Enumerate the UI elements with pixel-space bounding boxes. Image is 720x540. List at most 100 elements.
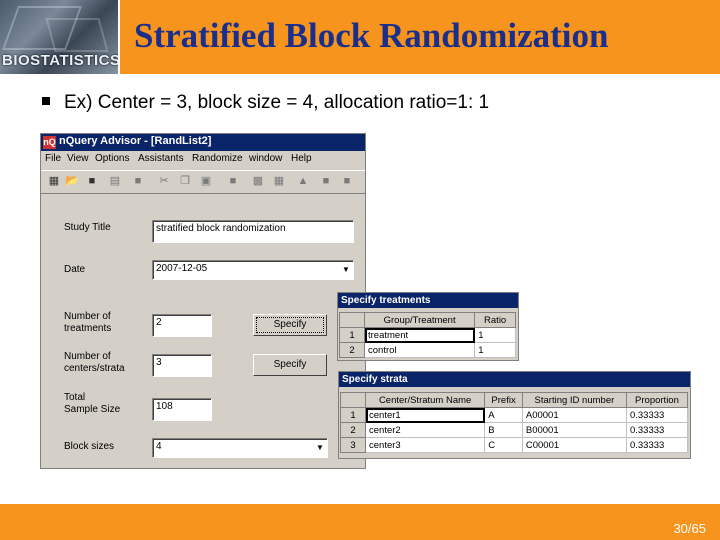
menu-view[interactable]: View bbox=[67, 153, 89, 164]
row-number: 1 bbox=[340, 407, 366, 423]
column-header: Prefix bbox=[484, 392, 523, 408]
table-cell[interactable]: B bbox=[484, 422, 523, 438]
table-row: 1 center1 A A00001 0.33333 bbox=[340, 407, 689, 423]
table-cell[interactable]: B00001 bbox=[521, 422, 627, 438]
table-cell[interactable]: 1 bbox=[474, 342, 516, 358]
table-row: 1 treatment 1 bbox=[339, 327, 516, 343]
num-centers-label-line1: Number of bbox=[64, 351, 111, 362]
slide-header: BIOSTATISTICS Stratified Block Randomiza… bbox=[0, 0, 720, 76]
num-treatments-label-line2: treatments bbox=[64, 323, 112, 334]
table-cell[interactable]: center2 bbox=[364, 422, 486, 438]
specify-treatments-button[interactable]: Specify bbox=[253, 314, 327, 336]
slide-title: Stratified Block Randomization bbox=[134, 16, 609, 55]
strata-dialog: Specify strata Center/Stratum Name Prefi… bbox=[338, 371, 691, 459]
date-value: 2007-12-05 bbox=[156, 263, 208, 274]
block-sizes-label: Block sizes bbox=[64, 441, 115, 452]
row-number: 3 bbox=[340, 437, 366, 453]
num-treatments-label: Number of treatments bbox=[64, 311, 111, 335]
table-row: 3 center3 C C00001 0.33333 bbox=[340, 437, 689, 453]
logo-text: BIOSTATISTICS bbox=[2, 52, 118, 69]
column-header: Proportion bbox=[625, 392, 689, 408]
table-corner bbox=[339, 312, 365, 328]
grid-icon[interactable]: ▦ bbox=[46, 174, 62, 189]
specify-strata-button[interactable]: Specify bbox=[253, 354, 327, 376]
column-header: Center/Stratum Name bbox=[364, 392, 486, 408]
table-cell[interactable]: A00001 bbox=[521, 407, 627, 423]
column-header: Ratio bbox=[474, 312, 516, 328]
title-bar: Stratified Block Randomization bbox=[118, 0, 720, 74]
table-cell[interactable]: center1 bbox=[364, 407, 486, 423]
window-titlebar[interactable]: nQ nQuery Advisor - [RandList2] bbox=[41, 134, 365, 151]
app-system-icon[interactable]: nQ bbox=[43, 136, 56, 149]
save-icon[interactable]: ■ bbox=[84, 174, 100, 189]
table-header-row: Center/Stratum Name Prefix Starting ID n… bbox=[340, 392, 689, 408]
menu-window[interactable]: window bbox=[249, 153, 282, 164]
treatments-dialog: Specify treatments Group/Treatment Ratio… bbox=[337, 292, 519, 361]
menu-help[interactable]: Help bbox=[291, 153, 312, 164]
total-sample-label: Total Sample Size bbox=[64, 392, 120, 416]
window-title: nQuery Advisor - [RandList2] bbox=[59, 135, 212, 147]
total-sample-label-line1: Total bbox=[64, 392, 86, 403]
table-cell[interactable]: C bbox=[484, 437, 523, 453]
print-icon[interactable]: ▤ bbox=[107, 174, 123, 189]
date-label: Date bbox=[64, 264, 86, 275]
table-cell[interactable]: 0.33333 bbox=[625, 437, 689, 453]
chart-icon[interactable]: ▩ bbox=[250, 174, 266, 189]
table-cell[interactable]: control bbox=[363, 342, 476, 358]
column-header: Group/Treatment bbox=[363, 312, 476, 328]
menu-assistants[interactable]: Assistants bbox=[138, 153, 184, 164]
menu-file[interactable]: File bbox=[45, 153, 61, 164]
table-cell[interactable]: 0.33333 bbox=[625, 422, 689, 438]
table-row: 2 control 1 bbox=[339, 342, 516, 358]
bullet-square-icon bbox=[42, 96, 50, 105]
date-select[interactable]: 2007-12-05 ▼ bbox=[152, 260, 354, 280]
treatments-table: Group/Treatment Ratio 1 treatment 1 2 co… bbox=[339, 312, 516, 358]
page-number: 30/65 bbox=[673, 521, 706, 536]
toolbar: ▦ 📂 ■ ▤ ■ ✂ ❐ ▣ ■ ▩ ▦ ▲ ■ ■ bbox=[41, 170, 365, 194]
row-number: 1 bbox=[339, 327, 365, 343]
footer-bar: 30/65 bbox=[0, 504, 720, 540]
table-cell[interactable]: 1 bbox=[474, 327, 516, 343]
bullet-text: Ex) Center = 3, block size = 4, allocati… bbox=[64, 92, 490, 113]
table-row: 2 center2 B B00001 0.33333 bbox=[340, 422, 689, 438]
strata-table: Center/Stratum Name Prefix Starting ID n… bbox=[340, 392, 689, 453]
num-treatments-field[interactable]: 2 bbox=[152, 314, 212, 337]
treatments-dialog-title: Specify treatments bbox=[338, 293, 518, 308]
block-sizes-select[interactable]: 4 ▼ bbox=[152, 438, 328, 458]
dropdown-arrow-icon[interactable]: ▼ bbox=[341, 264, 351, 276]
menu-options[interactable]: Options bbox=[95, 153, 129, 164]
table-cell[interactable]: treatment bbox=[363, 327, 476, 343]
open-folder-icon[interactable]: 📂 bbox=[64, 174, 80, 189]
study-title-field[interactable]: stratified block randomization bbox=[152, 220, 354, 243]
cut-icon[interactable]: ✂ bbox=[156, 174, 172, 189]
export-icon[interactable]: ▦ bbox=[271, 174, 287, 189]
table-cell[interactable]: C00001 bbox=[521, 437, 627, 453]
table-cell[interactable]: 0.33333 bbox=[625, 407, 689, 423]
copy-icon[interactable]: ❐ bbox=[177, 174, 193, 189]
strata-dialog-title: Specify strata bbox=[339, 372, 690, 387]
randomization-form: Study Title stratified block randomizati… bbox=[42, 194, 362, 466]
total-sample-field[interactable]: 108 bbox=[152, 398, 212, 421]
column-header: Starting ID number bbox=[521, 392, 627, 408]
block-sizes-value: 4 bbox=[156, 441, 162, 452]
save2-icon[interactable]: ■ bbox=[225, 174, 241, 189]
menu-randomize[interactable]: Randomize bbox=[192, 153, 243, 164]
window-icon[interactable]: ■ bbox=[339, 174, 355, 189]
num-centers-label-line2: centers/strata bbox=[64, 363, 125, 374]
study-title-label: Study Title bbox=[64, 222, 111, 233]
row-number: 2 bbox=[339, 342, 365, 358]
row-number: 2 bbox=[340, 422, 366, 438]
biostatistics-logo: BIOSTATISTICS bbox=[0, 0, 118, 74]
block-icon[interactable]: ■ bbox=[130, 174, 146, 189]
nquery-window: nQ nQuery Advisor - [RandList2] File Vie… bbox=[40, 133, 366, 469]
menubar: File View Options Assistants Randomize w… bbox=[41, 151, 365, 168]
num-centers-field[interactable]: 3 bbox=[152, 354, 212, 377]
table-corner bbox=[340, 392, 366, 408]
triangle-icon[interactable]: ▲ bbox=[295, 174, 311, 189]
table-cell[interactable]: A bbox=[484, 407, 523, 423]
text-icon[interactable]: ■ bbox=[318, 174, 334, 189]
table-cell[interactable]: center3 bbox=[364, 437, 486, 453]
table-header-row: Group/Treatment Ratio bbox=[339, 312, 516, 328]
paste-icon[interactable]: ▣ bbox=[198, 174, 214, 189]
dropdown-arrow-icon[interactable]: ▼ bbox=[315, 442, 325, 454]
